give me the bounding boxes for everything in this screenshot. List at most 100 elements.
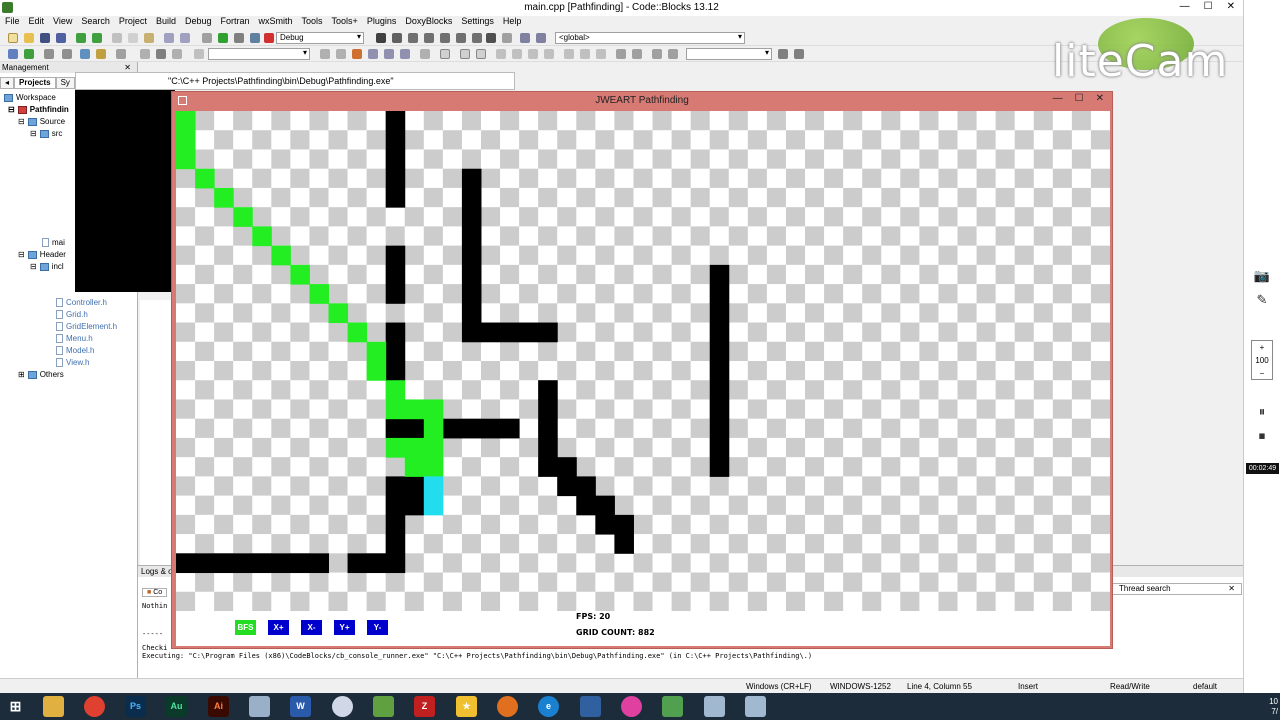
grid-cell[interactable] [423, 341, 444, 362]
grid-cell[interactable] [347, 111, 368, 131]
grid-cell[interactable] [805, 341, 825, 362]
grid-cell[interactable] [1033, 207, 1054, 227]
grid-cell[interactable] [442, 245, 463, 266]
grid-cell[interactable] [671, 187, 692, 208]
grid-cell[interactable] [728, 149, 749, 170]
checkbox-widget-icon[interactable] [528, 49, 538, 59]
grid-cell[interactable] [347, 514, 368, 535]
grid-cell[interactable] [671, 303, 692, 324]
grid-cell[interactable] [709, 149, 730, 170]
grid-cell[interactable] [862, 495, 882, 516]
grid-cell[interactable] [442, 514, 463, 535]
grid-cell[interactable] [671, 207, 692, 227]
grid-cell[interactable] [709, 572, 730, 593]
grid-cell[interactable] [671, 418, 692, 439]
grid-cell[interactable] [195, 130, 215, 150]
grid-cell[interactable] [995, 284, 1016, 304]
grid-cell[interactable] [747, 226, 768, 247]
grid-cell[interactable] [347, 168, 368, 189]
path-cell[interactable] [328, 303, 349, 324]
grid-cell[interactable] [805, 553, 825, 574]
grid-cell[interactable] [500, 303, 520, 324]
grid-cell[interactable] [309, 303, 329, 324]
grid-cell[interactable] [881, 111, 901, 131]
grid-cell[interactable] [671, 380, 692, 400]
grid-cell[interactable] [519, 264, 539, 285]
prev-result-icon[interactable] [320, 49, 330, 59]
grid-cell[interactable] [957, 476, 978, 497]
wall-cell[interactable] [557, 476, 577, 497]
grid-cell[interactable] [862, 226, 882, 247]
grid-cell[interactable] [824, 361, 844, 381]
grid-cell[interactable] [995, 514, 1016, 535]
symbol-combo[interactable] [686, 48, 772, 60]
grid-cell[interactable] [690, 418, 711, 439]
grid-cell[interactable] [785, 187, 806, 208]
grid-cell[interactable] [195, 226, 215, 247]
maximize-button[interactable]: ☐ [1075, 93, 1084, 104]
wall-cell[interactable] [709, 284, 730, 304]
grid-cell[interactable] [747, 553, 768, 574]
grid-cell[interactable] [519, 149, 539, 170]
grid-cell[interactable] [1052, 495, 1073, 516]
grid-cell[interactable] [366, 168, 387, 189]
grid-cell[interactable] [309, 591, 329, 611]
grid-cell[interactable] [366, 322, 387, 343]
grid-cell[interactable] [328, 130, 349, 150]
grid-cell[interactable] [805, 130, 825, 150]
grid-cell[interactable] [500, 187, 520, 208]
grid-cell[interactable] [976, 437, 997, 458]
grid-cell[interactable] [671, 437, 692, 458]
grid-cell[interactable] [233, 534, 253, 554]
grid-cell[interactable] [461, 476, 482, 497]
grid-cell[interactable] [347, 284, 368, 304]
grid-cell[interactable] [1014, 476, 1035, 497]
grid-cell[interactable] [1052, 130, 1073, 150]
grid-cell[interactable] [881, 284, 901, 304]
menu-help[interactable]: Help [503, 16, 522, 29]
grid-cell[interactable] [919, 284, 939, 304]
grid-cell[interactable] [557, 591, 577, 611]
grid-cell[interactable] [442, 591, 463, 611]
grid-cell[interactable] [785, 168, 806, 189]
menu-plugins[interactable]: Plugins [367, 16, 397, 29]
grid-cell[interactable] [976, 111, 997, 131]
select-icon[interactable] [368, 49, 378, 59]
grid-cell[interactable] [766, 245, 787, 266]
wall-cell[interactable] [480, 418, 501, 439]
grid-cell[interactable] [728, 476, 749, 497]
grid-cell[interactable] [747, 495, 768, 516]
grid-cell[interactable] [785, 534, 806, 554]
grid-cell[interactable] [652, 226, 673, 247]
grid-cell[interactable] [347, 130, 368, 150]
grid-cell[interactable] [881, 207, 901, 227]
grid-cell[interactable] [576, 322, 596, 343]
grid-cell[interactable] [176, 572, 196, 593]
grid-cell[interactable] [214, 341, 234, 362]
grid-cell[interactable] [652, 149, 673, 170]
grid-cell[interactable] [366, 495, 387, 516]
grid-cell[interactable] [766, 553, 787, 574]
grid-cell[interactable] [785, 572, 806, 593]
grid-cell[interactable] [595, 418, 615, 439]
wall-cell[interactable] [461, 264, 482, 285]
grid-cell[interactable] [900, 245, 920, 266]
grid-cell[interactable] [328, 245, 349, 266]
grid-cell[interactable] [805, 437, 825, 458]
grid-cell[interactable] [881, 437, 901, 458]
grid-cell[interactable] [709, 591, 730, 611]
grid-cell[interactable] [652, 495, 673, 516]
wall-cell[interactable] [366, 553, 387, 574]
notepad-plus-icon[interactable] [373, 696, 394, 717]
grid-cell[interactable] [671, 591, 692, 611]
grid-cell[interactable] [785, 207, 806, 227]
grid-cell[interactable] [252, 130, 272, 150]
wall-cell[interactable] [595, 514, 615, 535]
grid-cell[interactable] [1052, 457, 1073, 477]
grid-cell[interactable] [633, 476, 654, 497]
grid-cell[interactable] [1014, 591, 1035, 611]
grid-cell[interactable] [747, 476, 768, 497]
grid-cell[interactable] [957, 437, 978, 458]
grid-cell[interactable] [347, 226, 368, 247]
grid-cell[interactable] [900, 303, 920, 324]
